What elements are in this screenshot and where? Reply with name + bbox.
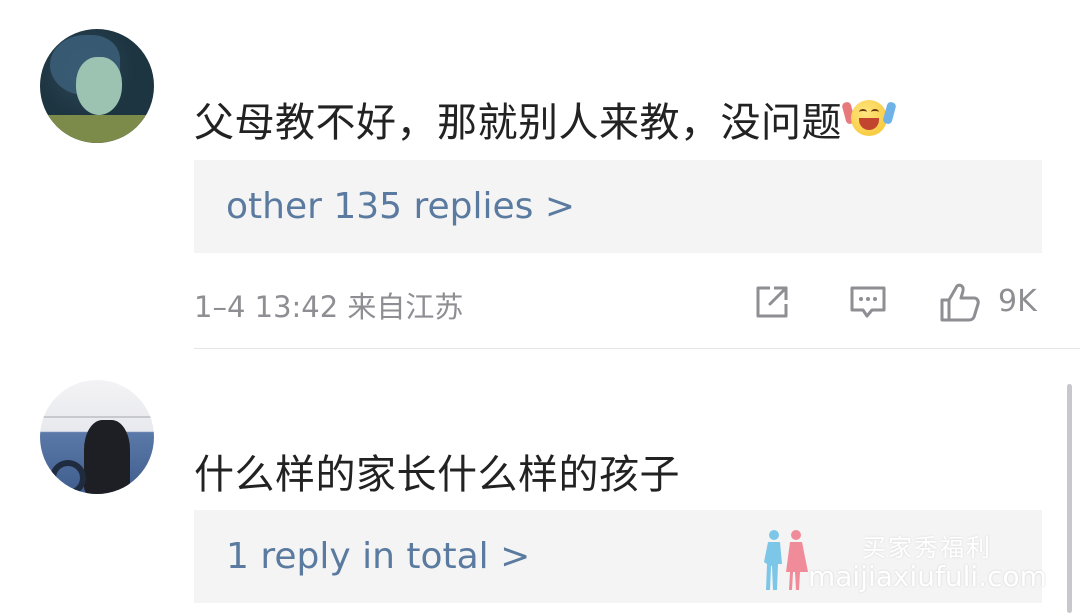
comment-icon[interactable] xyxy=(848,282,888,322)
avatar[interactable] xyxy=(40,29,154,143)
avatar-wheel xyxy=(50,460,86,494)
watermark-url: maijiaxiufuli.com xyxy=(808,560,1047,593)
scrollbar[interactable] xyxy=(1067,384,1072,613)
comment-body: 什么样的家长什么样的孩子 xyxy=(194,452,680,498)
comment-divider xyxy=(194,348,1080,349)
avatar-face xyxy=(76,57,122,115)
comment-timestamp: 1–4 13:42 来自江苏 xyxy=(194,290,464,324)
couple-silhouette-icon xyxy=(764,530,808,590)
watermark-title: 买家秀福利 xyxy=(862,534,992,562)
view-replies-link[interactable]: other 135 replies > xyxy=(226,186,575,227)
avatar-ground xyxy=(40,115,154,143)
replies-box[interactable]: other 135 replies > xyxy=(194,160,1042,253)
avatar-rail xyxy=(40,416,154,418)
watermark: 买家秀福利 maijiaxiufuli.com xyxy=(752,526,1062,596)
comment-meta-row: 1–4 13:42 来自江苏 9K xyxy=(194,278,1042,328)
avatar-person xyxy=(84,420,130,494)
laughing-emoji-icon xyxy=(841,96,897,140)
share-icon[interactable] xyxy=(752,282,792,322)
comment-text: 什么样的家长什么样的孩子 xyxy=(194,442,680,500)
comment-text: 父母教不好，那就别人来教，没问题 xyxy=(194,90,897,148)
avatar[interactable] xyxy=(40,380,154,494)
comment-body: 父母教不好，那就别人来教，没问题 xyxy=(194,100,842,146)
view-replies-link[interactable]: 1 reply in total > xyxy=(226,536,530,577)
thumbs-up-icon[interactable] xyxy=(938,282,980,322)
comment-location: 来自江苏 xyxy=(347,290,464,324)
like-count: 9K xyxy=(998,284,1037,319)
